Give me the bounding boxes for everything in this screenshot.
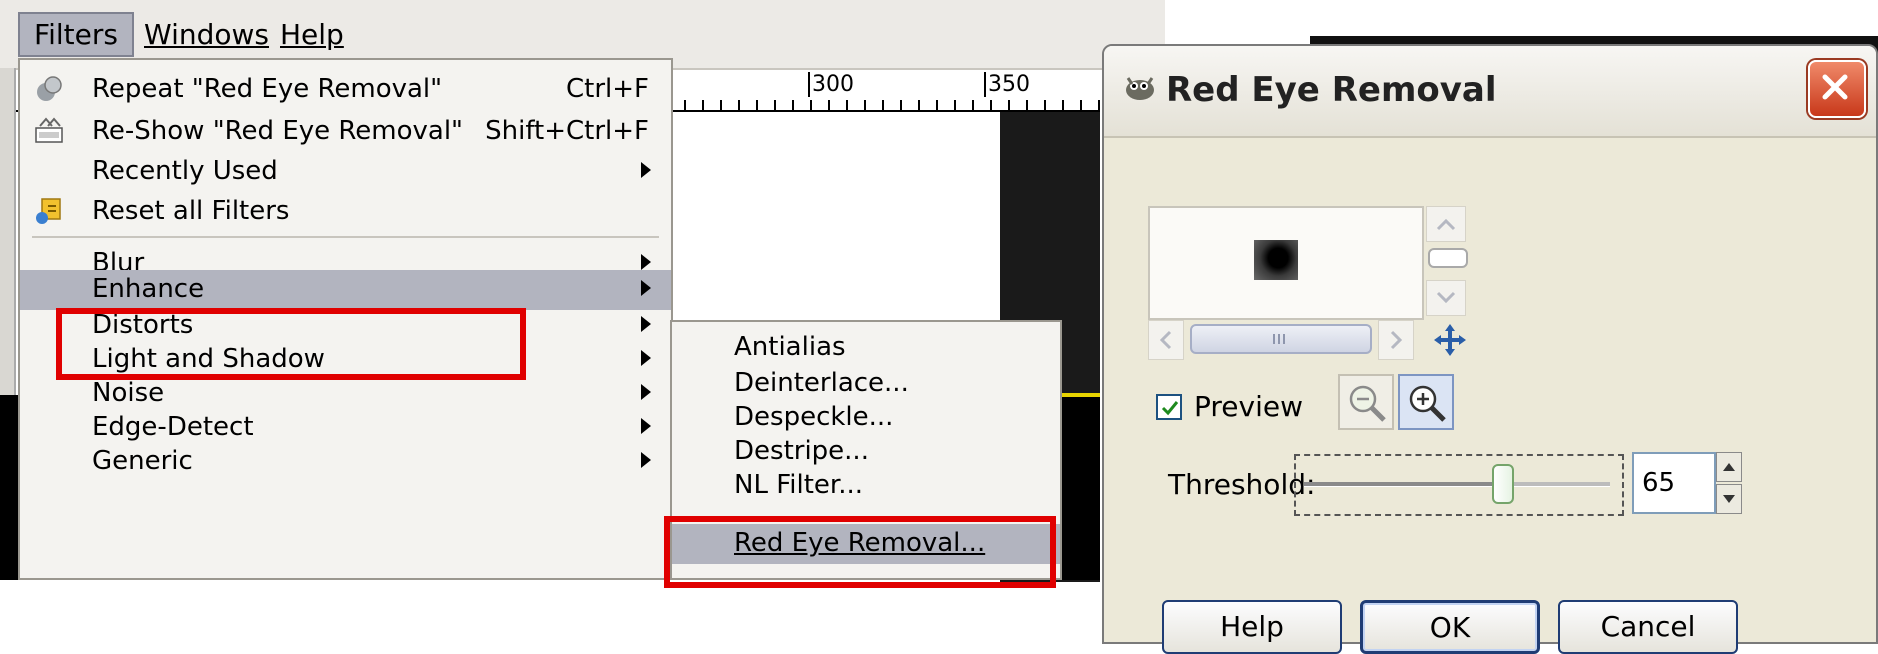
canvas-selection-edge	[1060, 393, 1100, 397]
annotation-box-red-eye-removal	[664, 516, 1056, 588]
horizontal-scroll-thumb[interactable]	[1190, 324, 1372, 354]
help-button-label: Help	[1220, 610, 1284, 643]
preview-area[interactable]	[1148, 206, 1424, 320]
menu-item-reset-filters[interactable]: Reset all Filters	[20, 192, 671, 232]
cancel-button[interactable]: Cancel	[1558, 600, 1738, 654]
ruler-label: 300	[808, 72, 854, 97]
preview-vertical-scrollbar[interactable]	[1426, 206, 1468, 316]
menu-help[interactable]: Help	[266, 14, 358, 55]
menu-item-reshow[interactable]: Re-Show "Red Eye Removal" Shift+Ctrl+F	[20, 112, 671, 152]
menu-item-label: Recently Used	[92, 156, 278, 186]
preview-image	[1254, 240, 1298, 280]
zoom-out-button[interactable]	[1338, 374, 1394, 430]
close-icon	[1822, 74, 1848, 100]
threshold-spinner[interactable]	[1716, 452, 1742, 514]
slider-thumb[interactable]	[1491, 464, 1514, 504]
ok-button-label: OK	[1429, 611, 1471, 644]
menu-item-label: Enhance	[92, 274, 205, 304]
submenu-arrow-icon	[641, 280, 651, 296]
preview-checkbox[interactable]	[1156, 394, 1182, 420]
preview-horizontal-scrollbar[interactable]	[1148, 320, 1424, 360]
zoom-in-icon	[1409, 385, 1446, 422]
menu-item-label: Generic	[92, 446, 193, 476]
navigate-move-icon[interactable]	[1432, 322, 1468, 358]
submenu-arrow-icon	[641, 316, 651, 332]
menu-item-label: Re-Show "Red Eye Removal"	[92, 116, 464, 146]
scroll-left-icon[interactable]	[1148, 320, 1184, 360]
menu-windows[interactable]: Windows	[130, 14, 283, 55]
annotation-box-enhance	[56, 308, 526, 380]
scroll-up-icon[interactable]	[1426, 206, 1466, 242]
help-button[interactable]: Help	[1162, 600, 1342, 654]
scroll-down-icon[interactable]	[1426, 280, 1466, 316]
reshow-icon	[34, 116, 64, 146]
submenu-arrow-icon	[641, 162, 651, 178]
menu-item-label: Reset all Filters	[92, 196, 290, 226]
submenu-item-label: Deinterlace...	[734, 368, 909, 398]
submenu-item-label: Despeckle...	[734, 402, 894, 432]
checkmark-icon	[1161, 401, 1179, 416]
ok-button[interactable]: OK	[1360, 600, 1540, 654]
zoom-in-button[interactable]	[1398, 374, 1454, 430]
dialog-title: Red Eye Removal	[1166, 70, 1497, 110]
submenu-item-label: Destripe...	[734, 436, 869, 466]
submenu-arrow-icon	[641, 418, 651, 434]
spin-up-icon[interactable]	[1716, 452, 1742, 482]
menu-filters[interactable]: Filters	[18, 12, 134, 57]
menu-item-repeat[interactable]: Repeat "Red Eye Removal" Ctrl+F	[20, 70, 671, 110]
submenu-arrow-icon	[641, 384, 651, 400]
menu-windows-label: Windows	[144, 18, 269, 51]
menu-item-generic[interactable]: Generic	[20, 442, 671, 482]
menu-item-label: Repeat "Red Eye Removal"	[92, 74, 443, 104]
menu-filters-label: Filters	[34, 18, 118, 51]
menu-help-label: Help	[280, 18, 344, 51]
cancel-button-label: Cancel	[1600, 610, 1696, 643]
close-button[interactable]	[1808, 60, 1866, 118]
repeat-icon	[34, 74, 64, 104]
preview-label: Preview	[1194, 390, 1303, 423]
submenu-item-label: Antialias	[734, 332, 846, 362]
submenu-item-antialias[interactable]: Antialias	[672, 328, 1060, 368]
scroll-right-icon[interactable]	[1378, 320, 1414, 360]
reset-icon	[34, 196, 64, 226]
dialog-content: Preview Threshold: 65 Help OK Cancel	[1132, 142, 1852, 654]
gimp-icon	[1122, 70, 1158, 102]
menu-item-enhance[interactable]: Enhance	[20, 270, 671, 310]
menu-separator	[32, 236, 659, 238]
submenu-arrow-icon	[641, 350, 651, 366]
vertical-scroll-thumb[interactable]	[1428, 248, 1468, 268]
menu-item-accel: Ctrl+F	[565, 74, 649, 104]
submenu-arrow-icon	[641, 254, 651, 270]
menu-item-accel: Shift+Ctrl+F	[485, 116, 649, 146]
spin-down-icon[interactable]	[1716, 484, 1742, 514]
submenu-arrow-icon	[641, 452, 651, 468]
threshold-value-input[interactable]: 65	[1632, 452, 1716, 514]
threshold-slider[interactable]	[1294, 454, 1624, 516]
dialog-titlebar[interactable]: Red Eye Removal	[1104, 46, 1876, 138]
zoom-out-icon	[1349, 385, 1386, 422]
menu-item-label: Noise	[92, 378, 165, 408]
submenu-item-nl-filter[interactable]: NL Filter...	[672, 466, 1060, 506]
ruler-label: 350	[984, 72, 1030, 97]
red-eye-removal-dialog: Red Eye Removal Preview Threshold: 65 He…	[1102, 44, 1878, 654]
menu-item-label: Edge-Detect	[92, 412, 254, 442]
menu-item-recently-used[interactable]: Recently Used	[20, 152, 671, 192]
submenu-item-label: NL Filter...	[734, 470, 863, 500]
slider-fill	[1304, 482, 1503, 486]
